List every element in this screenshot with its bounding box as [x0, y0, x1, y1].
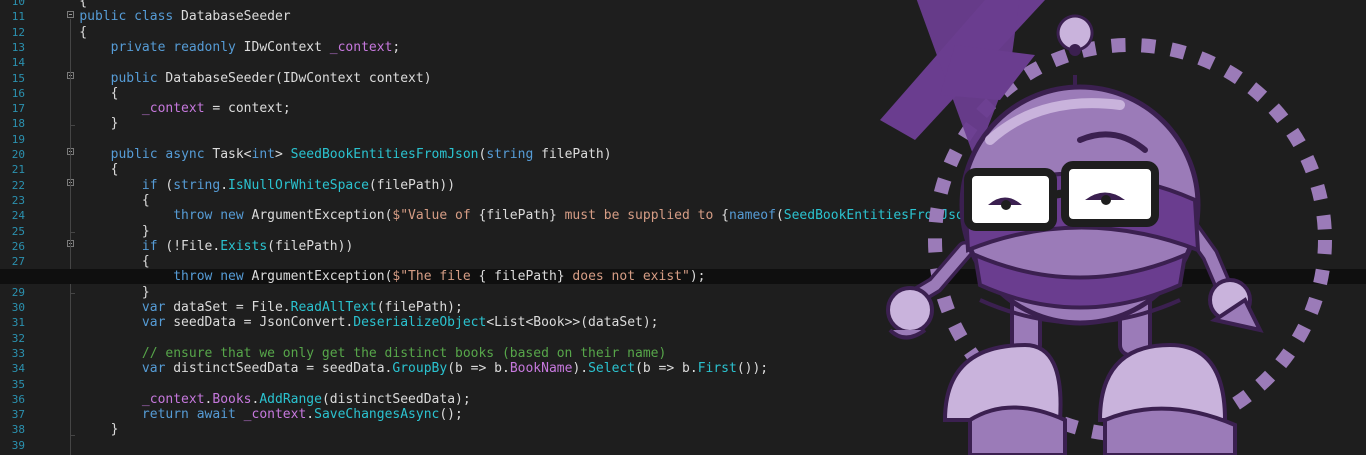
code-token: string: [486, 147, 534, 162]
code-token: int: [251, 147, 275, 162]
code-token: ).: [572, 361, 589, 377]
code-token: }: [48, 116, 119, 132]
code-token: var: [141, 315, 166, 331]
code-token: var: [141, 361, 166, 377]
code-token: string: [173, 177, 221, 193]
code-token: var: [141, 300, 166, 315]
ninja-robot-mascot-icon: [880, 0, 1332, 455]
code-token: (filePath)): [368, 177, 456, 193]
code-token: _context: [329, 39, 393, 55]
code-token: ;: [392, 39, 401, 55]
code-token: distinctSeedData = seedData.: [165, 361, 393, 377]
code-token: .: [220, 177, 229, 193]
code-token: throw new: [173, 269, 244, 285]
code-token: <List<Book>>(dataSet);: [486, 315, 659, 331]
code-token: public async: [110, 147, 205, 162]
code-token: {: [48, 85, 119, 101]
code-token: (: [775, 208, 784, 224]
code-token: _context: [141, 101, 205, 117]
code-token: seedData = JsonConvert.: [165, 315, 354, 331]
code-token: DatabaseSeeder: [173, 9, 291, 25]
code-token: Books: [212, 391, 252, 407]
code-token: First: [697, 361, 737, 377]
code-token: $"The file: [392, 269, 479, 285]
code-token: _context: [141, 391, 205, 407]
code-token: (filePath);: [376, 300, 463, 315]
code-token: does not exist": [564, 269, 690, 285]
code-token: ();: [439, 407, 463, 423]
code-token: if: [141, 177, 158, 193]
code-token: }: [48, 422, 119, 438]
code-token: DatabaseSeeder(IDwContext context): [157, 70, 432, 86]
code-token: DeserializeObject: [353, 315, 487, 331]
code-token: SeedBookEntitiesFromJson: [290, 147, 479, 162]
code-token: IsNullOrWhiteSpace: [228, 177, 369, 193]
code-token: (: [157, 177, 174, 193]
code-token: if: [141, 238, 158, 254]
code-token: {filePath}: [478, 208, 557, 224]
code-token: IDwContext: [235, 39, 330, 55]
code-token: .: [306, 407, 315, 423]
code-token: { filePath}: [478, 269, 565, 285]
code-token: (!File.: [157, 238, 221, 254]
code-token: {: [48, 162, 119, 178]
code-token: = context;: [204, 101, 291, 117]
code-token: (filePath)): [267, 238, 354, 254]
code-token: nameof: [728, 208, 776, 224]
robot-glasses: [964, 161, 1159, 231]
code-token: }: [48, 223, 150, 239]
code-token: (distinctSeedData);: [321, 391, 471, 407]
code-token: SaveChangesAsync: [314, 407, 440, 423]
code-token: BookName: [509, 361, 573, 377]
code-token: throw new: [173, 208, 244, 224]
code-token: public class: [79, 9, 174, 25]
code-token: ());: [736, 361, 769, 377]
code-token: {: [48, 254, 150, 270]
code-token: );: [689, 269, 706, 285]
code-token: ArgumentException(: [243, 208, 393, 224]
code-token: {: [48, 24, 88, 40]
code-token: AddRange: [259, 391, 322, 407]
code-token: // ensure that we only get the distinct …: [141, 345, 667, 361]
code-token: return await: [141, 407, 236, 423]
code-token: {: [48, 192, 150, 208]
code-token: Select: [588, 361, 636, 377]
code-token: {: [48, 0, 88, 9]
code-token: public: [110, 70, 158, 86]
code-token: >: [275, 147, 291, 162]
code-token: dataSet = File.: [165, 300, 291, 315]
code-token: GroupBy: [392, 361, 448, 377]
code-token: {: [721, 208, 729, 224]
code-token: private readonly: [110, 39, 236, 55]
code-token: Exists: [220, 238, 268, 254]
code-token: ReadAllText: [290, 300, 377, 315]
code-token: (b => b.: [635, 361, 698, 377]
code-token: ArgumentException(: [243, 269, 393, 285]
code-token: $"Value of: [392, 208, 479, 224]
code-token: Task<: [204, 147, 252, 162]
code-token: }: [48, 284, 150, 300]
code-token: _context: [243, 407, 307, 423]
code-token: filePath): [533, 147, 612, 162]
code-token: must be supplied to: [556, 208, 722, 224]
code-token: (b => b.: [447, 361, 510, 377]
